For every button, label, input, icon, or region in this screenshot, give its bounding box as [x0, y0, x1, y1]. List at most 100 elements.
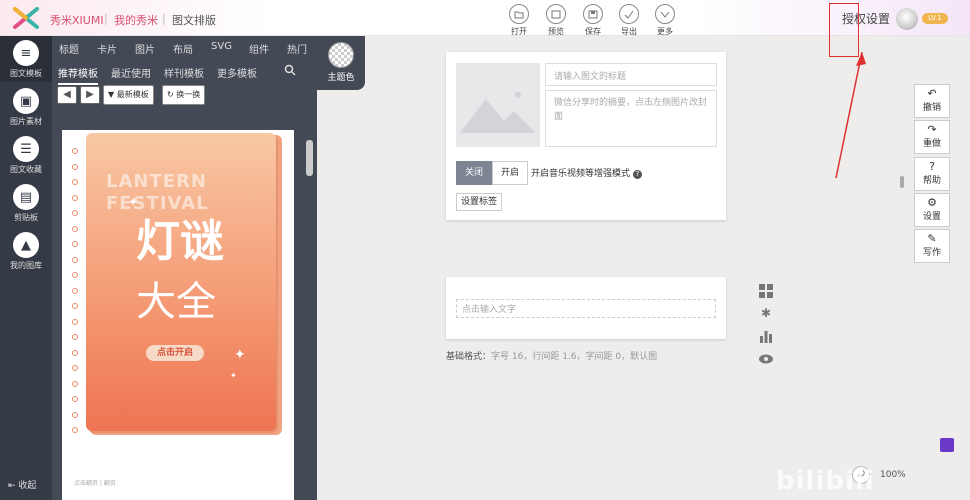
enhanced-mode-text: 开启音乐视频等增强模式: [531, 169, 631, 179]
help-label: 帮助: [922, 176, 941, 186]
theme-color-button[interactable]: 主题色: [317, 36, 365, 90]
spiral-ring: [72, 380, 78, 387]
rail-item-images[interactable]: ▣ 图片素材: [0, 88, 52, 127]
subtab-more[interactable]: 更多模板: [217, 65, 257, 80]
set-tags-button[interactable]: 设置标签: [456, 193, 503, 211]
clipboard-icon: ▤: [13, 184, 39, 210]
card-english-line1: LANTERN: [106, 171, 207, 192]
base-format-label: 基础格式：: [446, 352, 492, 362]
canvas-scrollbar[interactable]: [900, 176, 904, 188]
filter-icon: ▼: [108, 90, 115, 99]
card-english-line2: FESTIVAL: [106, 193, 209, 214]
spiral-ring: [72, 318, 78, 325]
tab-image[interactable]: 图片: [135, 41, 155, 56]
search-icon[interactable]: [284, 64, 296, 76]
check-icon: [619, 4, 639, 24]
rail-item-label: 图片素材: [10, 117, 42, 126]
spiral-ring: [72, 241, 78, 247]
settings-button[interactable]: ⚙ 设置: [914, 193, 950, 227]
spiral-ring: [72, 148, 78, 154]
brand-link[interactable]: 秀米XIUMI: [50, 12, 104, 28]
more-label: 更多: [657, 27, 673, 36]
eye-icon[interactable]: [758, 353, 774, 369]
panel-scrollbar[interactable]: [306, 140, 313, 176]
export-button[interactable]: 导出: [614, 4, 644, 37]
spiral-ring: [72, 365, 78, 371]
rail-item-gallery[interactable]: ▲ 我的图库: [0, 232, 52, 271]
article-header-editor: 请输入图文的标题 微信分享时的摘要，点击左侧图片改封面 关闭 开启 开启音乐视频…: [446, 52, 726, 220]
stack-icon: ☰: [13, 136, 39, 162]
chevron-down-icon: [655, 4, 675, 24]
tab-hot[interactable]: 热门: [287, 41, 307, 56]
open-button[interactable]: 打开: [504, 4, 534, 37]
redo-button[interactable]: ↷ 重做: [914, 120, 950, 154]
shuffle-button[interactable]: ↻ 换一换: [162, 85, 206, 105]
base-format-info[interactable]: 基础格式：字号 16，行间距 1.6，字间距 0，默认图: [446, 349, 657, 362]
redo-label: 重做: [922, 139, 941, 149]
spiral-ring: [72, 349, 78, 356]
folder-icon: [509, 4, 529, 24]
subtab-samples[interactable]: 样刊模板: [164, 65, 204, 80]
spiral-ring: [72, 287, 78, 294]
spiral-ring: [72, 411, 78, 418]
help-icon: ?: [929, 160, 935, 173]
collapse-button[interactable]: ⇤ 收起: [8, 478, 36, 491]
cover-image-placeholder[interactable]: [456, 63, 540, 147]
write-label: 写作: [922, 248, 941, 258]
more-button[interactable]: 更多: [650, 4, 680, 37]
rail-item-label: 图文模板: [10, 69, 42, 78]
sparkle-icon: ✦: [234, 347, 246, 363]
tab-card[interactable]: 卡片: [97, 41, 117, 56]
newest-templates-button[interactable]: ▼ 最新模板: [103, 85, 154, 105]
tab-components[interactable]: 组件: [249, 41, 269, 56]
spiral-ring: [72, 163, 78, 170]
spiral-ring: [72, 303, 78, 309]
rail-item-templates[interactable]: ≡ 图文模板: [0, 36, 52, 82]
save-icon: [583, 4, 603, 24]
preview-button[interactable]: 预览: [541, 4, 571, 37]
xiumi-logo[interactable]: [12, 7, 40, 29]
summary-input[interactable]: 微信分享时的摘要，点击左侧图片改封面: [545, 90, 717, 147]
tab-svg[interactable]: SVG: [211, 41, 232, 52]
save-label: 保存: [585, 27, 601, 36]
checker-icon: [328, 42, 354, 68]
mountain-icon: [460, 92, 536, 133]
bookmark-icon[interactable]: [940, 438, 954, 452]
grid-icon[interactable]: [758, 284, 774, 300]
mountain-icon: ▲: [13, 232, 39, 258]
pen-icon: ✎: [927, 232, 937, 245]
spiral-ring: [72, 210, 78, 216]
text-input[interactable]: 点击输入文字: [456, 299, 716, 318]
avatar[interactable]: [896, 8, 918, 30]
title-input[interactable]: 请输入图文的标题: [545, 63, 717, 86]
chevron-left-icon: ⇤: [8, 481, 16, 491]
help-icon[interactable]: ?: [632, 170, 642, 179]
bar-chart-icon[interactable]: [758, 329, 774, 345]
toggle-on[interactable]: 开启: [492, 161, 528, 185]
rail-item-clipboard[interactable]: ▤ 剪贴板: [0, 184, 52, 223]
tab-title[interactable]: 标题: [59, 41, 79, 56]
write-button[interactable]: ✎ 写作: [914, 229, 950, 263]
help-button[interactable]: ? 帮助: [914, 157, 950, 191]
top-bar: 秀米XIUMI | 我的秀米 | 图文排版 打开 预览 保存 导出 更多 授权设…: [0, 0, 970, 36]
tab-layout[interactable]: 布局: [173, 41, 193, 56]
subtab-recent[interactable]: 最近使用: [111, 65, 151, 80]
save-button[interactable]: 保存: [578, 4, 608, 37]
left-rail: ≡ 图文模板 ▣ 图片素材 ☰ 图文收藏 ▤ 剪贴板 ▲ 我的图库: [0, 36, 52, 500]
prev-button[interactable]: ◀: [57, 86, 77, 104]
shuffle-label: 换一换: [176, 90, 201, 99]
sparkle-icon: ✦: [230, 371, 237, 380]
subtab-recommended[interactable]: 推荐模板: [58, 65, 98, 85]
asterisk-icon[interactable]: ✱: [758, 306, 774, 322]
toggle-off[interactable]: 关闭: [456, 161, 492, 185]
rail-item-favorites[interactable]: ☰ 图文收藏: [0, 136, 52, 175]
rail-item-label: 图文收藏: [10, 165, 42, 174]
watermark: bilibili: [776, 466, 875, 496]
image-icon: ▣: [13, 88, 39, 114]
undo-button[interactable]: ↶ 撤销: [914, 84, 950, 118]
eye-icon: [546, 4, 566, 24]
next-button[interactable]: ▶: [80, 86, 100, 104]
breadcrumb-my-xiumi[interactable]: 我的秀米: [114, 12, 158, 28]
template-card[interactable]: LANTERN FESTIVAL 灯谜 大全 点击开启 ✦ ✦ ✦ 点击翻页 |…: [62, 130, 294, 500]
zoom-level[interactable]: 100%: [880, 466, 920, 484]
